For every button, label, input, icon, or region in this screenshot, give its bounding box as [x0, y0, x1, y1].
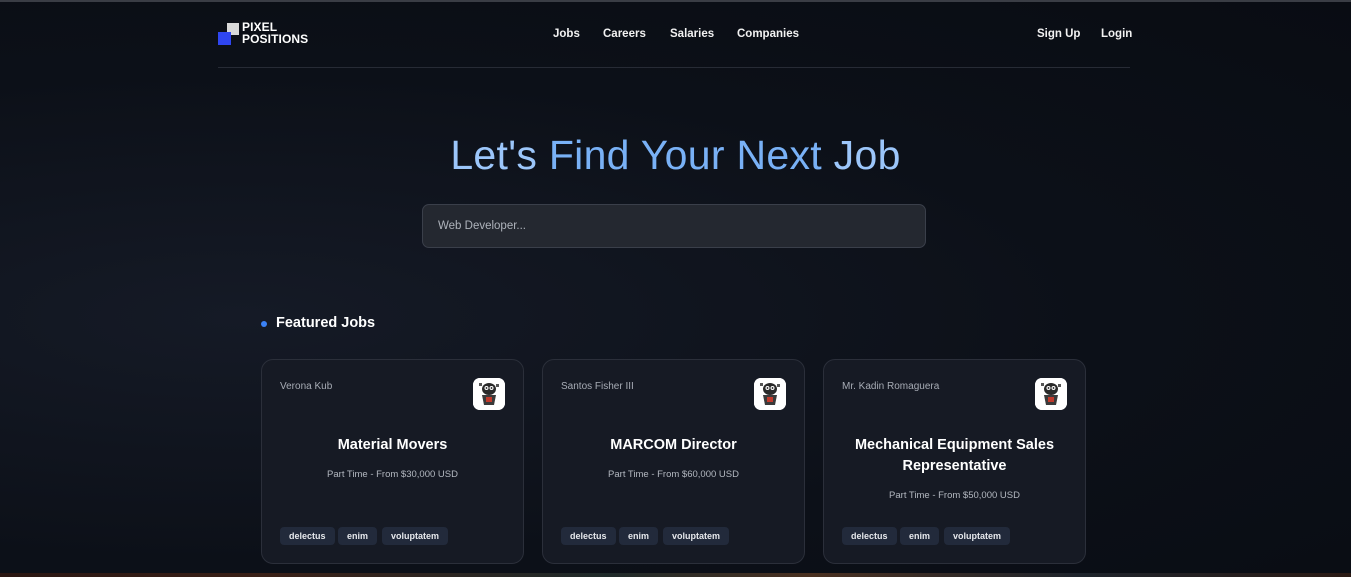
- site-logo[interactable]: PIXEL POSITIONS: [218, 21, 318, 49]
- employer-name: Mr. Kadin Romaguera: [842, 381, 940, 392]
- employer-logo-icon: [754, 378, 786, 410]
- background-bottom-edge: [0, 573, 1351, 577]
- tag[interactable]: enim: [900, 527, 940, 545]
- nav-link-companies[interactable]: Companies: [737, 28, 799, 40]
- employer-logo-graphic: [473, 378, 505, 410]
- featured-jobs-label: Featured Jobs: [276, 315, 376, 331]
- job-meta: Part Time - From $30,000 USD: [327, 469, 458, 480]
- hero-heading: Let's Find Your Next Job: [0, 132, 1351, 179]
- tag[interactable]: delectus: [842, 527, 897, 545]
- nav-link-salaries[interactable]: Salaries: [670, 28, 714, 40]
- employer-name: Santos Fisher III: [561, 381, 634, 392]
- tag[interactable]: enim: [619, 527, 659, 545]
- job-title[interactable]: Material Movers: [282, 435, 503, 456]
- job-card[interactable]: Santos Fisher III MARCOM Director Part T…: [542, 359, 805, 564]
- nav-link-careers[interactable]: Careers: [603, 28, 646, 40]
- job-search-input[interactable]: [422, 204, 926, 248]
- hero-heading-part-3: Job: [821, 132, 901, 178]
- hero-heading-part-1: Let's: [450, 132, 549, 178]
- job-title[interactable]: MARCOM Director: [563, 435, 784, 456]
- job-title[interactable]: Mechanical Equipment Sales Representativ…: [844, 435, 1065, 477]
- employer-logo-icon: [473, 378, 505, 410]
- logo-line-2: POSITIONS: [242, 31, 309, 46]
- bullet-dot-icon: [261, 321, 267, 327]
- top-navigation: PIXEL POSITIONS Jobs Careers Salaries Co…: [218, 2, 1132, 68]
- job-meta: Part Time - From $50,000 USD: [889, 490, 1020, 501]
- employer-logo-graphic: [754, 378, 786, 410]
- employer-logo-graphic: [1035, 378, 1067, 410]
- job-meta: Part Time - From $60,000 USD: [608, 469, 739, 480]
- job-card[interactable]: Mr. Kadin Romaguera Mechanical Equipment…: [823, 359, 1086, 564]
- hero-heading-part-2: Find Your Next: [548, 132, 822, 178]
- tag[interactable]: voluptatem: [944, 527, 1011, 545]
- logo-mark-blue-square: [218, 32, 231, 45]
- sign-up-link[interactable]: Sign Up: [1037, 28, 1080, 40]
- job-card[interactable]: Verona Kub Material Movers Part Time - F…: [261, 359, 524, 564]
- employer-logo-icon: [1035, 378, 1067, 410]
- nav-link-jobs[interactable]: Jobs: [553, 28, 580, 40]
- login-link[interactable]: Login: [1101, 28, 1132, 40]
- tag[interactable]: voluptatem: [663, 527, 730, 545]
- tag[interactable]: enim: [338, 527, 378, 545]
- tag[interactable]: delectus: [561, 527, 616, 545]
- employer-name: Verona Kub: [280, 381, 333, 392]
- logo-wordmark: PIXEL POSITIONS: [242, 21, 309, 46]
- tag[interactable]: delectus: [280, 527, 335, 545]
- tag[interactable]: voluptatem: [382, 527, 449, 545]
